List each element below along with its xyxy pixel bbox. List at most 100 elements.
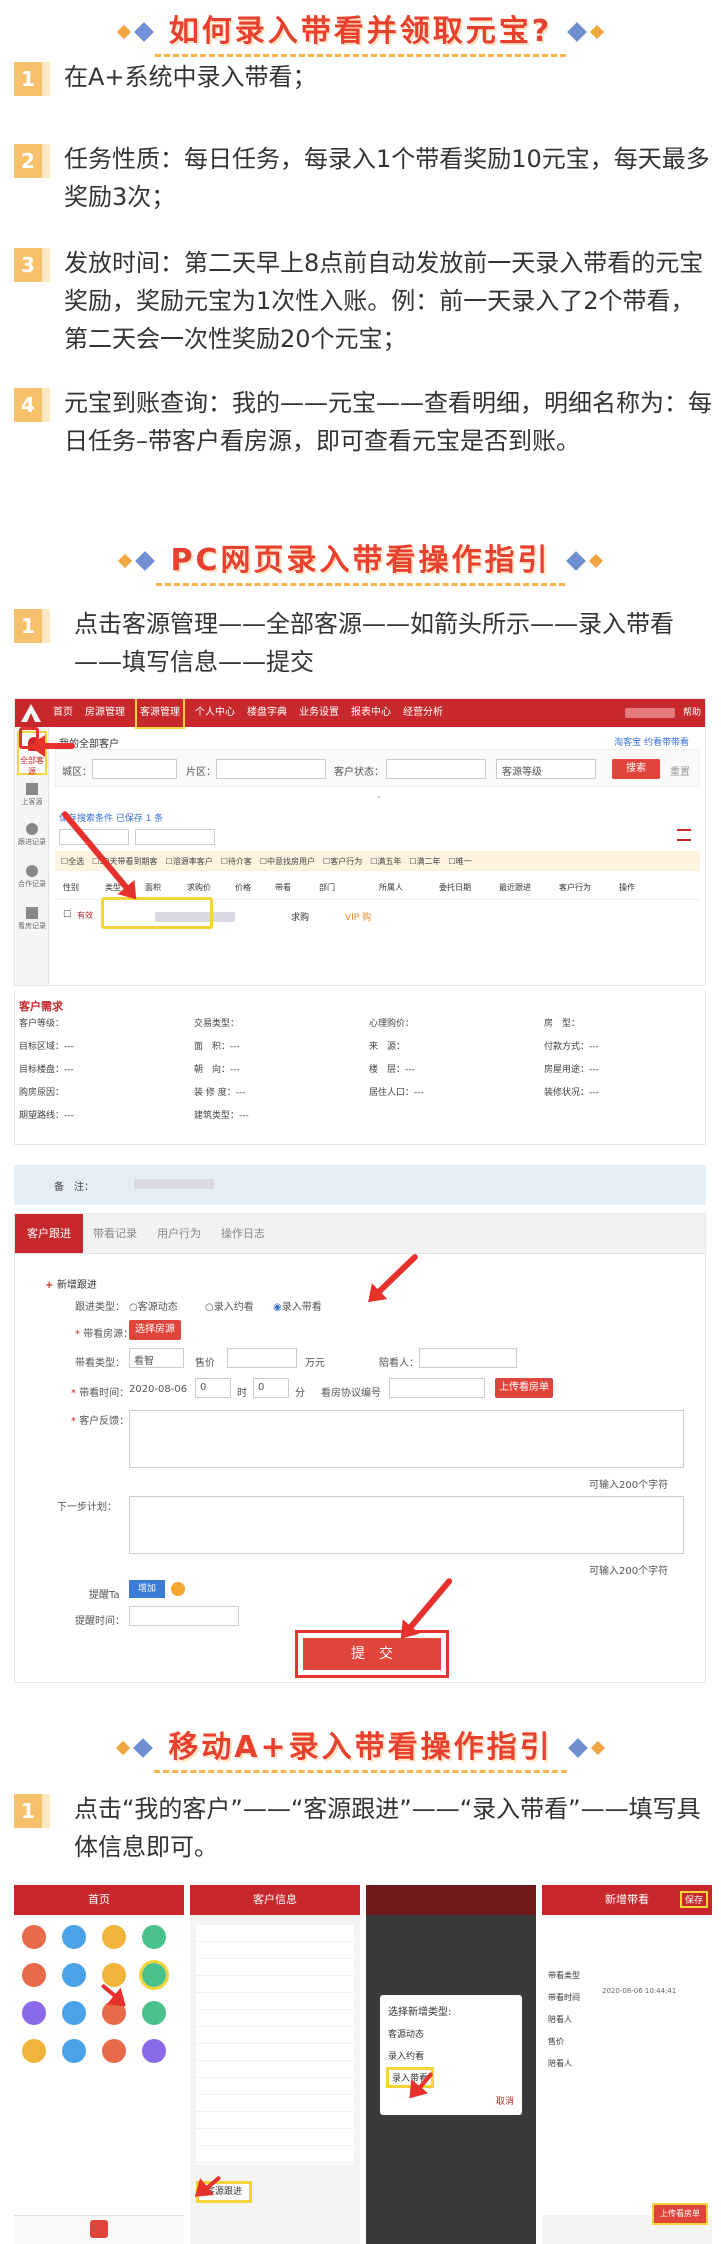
follow-type-label: 跟进类型：: [75, 1302, 125, 1313]
hour-unit: 时: [237, 1388, 247, 1399]
nav-help[interactable]: 帮助: [683, 699, 701, 727]
arrow-pointer-title: [35, 743, 75, 749]
sidebar-item-view[interactable]: 看房记录: [17, 907, 47, 931]
mobile-app-grid: [22, 1925, 178, 2063]
mobile-save-button[interactable]: 保存: [679, 1891, 708, 1908]
pc-customer-demand-screenshot: 客户需求 客户等级： 交易类型： 心理购价：房 型： 目标区域：--- 面 积：---…: [14, 990, 706, 1145]
select-house-button[interactable]: 选择房源: [129, 1320, 181, 1340]
agreement-input[interactable]: [389, 1378, 485, 1398]
tab-operation-log[interactable]: 操作日志: [211, 1214, 275, 1253]
mobile-home-title: 首页: [14, 1885, 184, 1915]
filter-area-input[interactable]: [216, 759, 326, 779]
mobile-select-type-screen: 选择新增类型: 客源动态 录入约看 录入带看 取消: [366, 1885, 536, 2244]
remind-label: 提醒Ta: [89, 1590, 120, 1601]
section1-title: 如何录入带看并领取元宝?: [0, 6, 721, 57]
mobile-home-screen: 首页: [14, 1885, 184, 2244]
sidebar-item-coop[interactable]: 合作记录: [17, 865, 47, 889]
sidebar-item-upper[interactable]: 上客源: [17, 783, 47, 807]
tab-user-behavior[interactable]: 用户行为: [147, 1214, 211, 1253]
arrow-to-submit: [402, 1577, 454, 1637]
nav-item-dictionary[interactable]: 楼盘字典: [247, 699, 287, 727]
reset-link[interactable]: 重置: [670, 763, 690, 778]
new-follow-link[interactable]: + 新增跟进: [45, 1276, 97, 1291]
minute-select[interactable]: 0: [253, 1378, 289, 1398]
time-label: * 带看时间：: [71, 1388, 130, 1399]
mobile-option-dynamic[interactable]: 客源动态: [388, 2027, 424, 2040]
plan-textarea[interactable]: [129, 1496, 684, 1554]
check-source[interactable]: ☐溶源率客户: [166, 856, 213, 867]
table-header: 性别 类型 面积 求购价 价格 带看 部门 所属人 委托日期 最近跟进 客户行为…: [63, 882, 635, 892]
check-unique[interactable]: ☐唯一: [449, 856, 472, 867]
grid-view-icon[interactable]: [677, 829, 691, 841]
remind-time-input[interactable]: [129, 1606, 239, 1626]
minute-unit: 分: [295, 1388, 305, 1399]
radio-view[interactable]: ◉录入带看: [273, 1298, 322, 1313]
price-label: 售价: [195, 1358, 215, 1369]
upload-sheet-button[interactable]: 上传看房单: [495, 1378, 553, 1398]
price-input[interactable]: [227, 1348, 297, 1368]
info-icon: [171, 1582, 185, 1596]
row-vip: VIP 购: [345, 913, 372, 923]
filter-area-label: 片区：: [186, 767, 216, 778]
type-select[interactable]: 看智: [129, 1348, 184, 1368]
demand-title: 客户需求: [19, 1000, 63, 1013]
row-status-tag: 有效: [77, 911, 93, 920]
pc-top-nav: 首页 房源管理 客源管理 个人中心 楼盘字典 业务设置 报表中心 经营分析 帮助: [15, 699, 705, 729]
remark-bar: 备 注：: [14, 1165, 706, 1205]
nav-item-analysis[interactable]: 经营分析: [403, 699, 443, 727]
mobile-date-value[interactable]: 2020-08-06 10:44:41: [602, 1987, 676, 1995]
nav-item-personal[interactable]: 个人中心: [195, 699, 235, 727]
row-type: 求购: [291, 913, 310, 923]
mobile-type-dialog: 选择新增类型: 客源动态 录入约看 录入带看 取消: [380, 1995, 522, 2115]
companion-input[interactable]: [419, 1348, 517, 1368]
remind-time-label: 提醒时间：: [75, 1616, 125, 1627]
filter-district-input[interactable]: [92, 759, 177, 779]
saved-select-2[interactable]: [135, 829, 215, 845]
nav-item-reports[interactable]: 报表中心: [351, 699, 391, 727]
radio-appointment[interactable]: ○录入约看: [205, 1298, 254, 1313]
list-icon: [26, 783, 38, 795]
mobile-customer-title: 客户信息: [190, 1885, 360, 1915]
section1-step-2: 2 任务性质：每日任务，每录入1个带看奖励10元宝，每天最多奖励3次；: [14, 140, 714, 216]
submit-button[interactable]: 提 交: [303, 1638, 441, 1670]
mobile-option-appointment[interactable]: 录入约看: [388, 2049, 424, 2062]
saved-select-1[interactable]: [59, 829, 129, 845]
check-all[interactable]: ☐全选: [61, 856, 84, 867]
nav-item-home[interactable]: 首页: [53, 699, 73, 727]
mobile-upload-button[interactable]: 上传看房单: [652, 2203, 708, 2225]
expand-chevron-icon[interactable]: ⌄: [375, 791, 383, 801]
radio-dynamic[interactable]: ○客源动态: [129, 1298, 178, 1313]
tab-view-records[interactable]: 带看记录: [83, 1214, 147, 1253]
hour-select[interactable]: 0: [195, 1378, 231, 1398]
nav-item-house[interactable]: 房源管理: [85, 699, 125, 727]
feedback-label: * 客户反馈：: [71, 1416, 130, 1427]
filter-district-label: 城区：: [62, 767, 92, 778]
check-behavior[interactable]: ☐客户行为: [323, 856, 362, 867]
check-5year[interactable]: ☐满五年: [370, 856, 401, 867]
feedback-textarea[interactable]: [129, 1410, 684, 1468]
check-intent[interactable]: ☐中意找房用户: [260, 856, 315, 867]
check-2year[interactable]: ☐满二年: [409, 856, 440, 867]
mobile-new-view-screen: 新增带看 保存 带看类型 带看时间 陪看人 售价 陪看人 2020-08-06 …: [542, 1885, 712, 2244]
mobile-cancel[interactable]: 取消: [496, 2094, 514, 2107]
companion-label: 陪看人：: [379, 1358, 419, 1369]
date-value[interactable]: 2020-08-06: [129, 1384, 187, 1395]
nav-item-settings[interactable]: 业务设置: [299, 699, 339, 727]
plan-limit: 可输入200个字符: [589, 1566, 669, 1577]
section3-step-1: 1 点击“我的客户”——“客源跟进”——“录入带看”——填写具体信息即可。: [14, 1790, 714, 1866]
filter-level-select[interactable]: 客源等级: [496, 759, 596, 779]
nav-item-customer[interactable]: 客源管理: [135, 699, 185, 729]
type-label: 带看类型：: [75, 1358, 125, 1369]
tab-follow[interactable]: 客户跟进: [15, 1214, 83, 1253]
check-intro[interactable]: ☐待介客: [221, 856, 252, 867]
filter-status-input[interactable]: [386, 759, 486, 779]
pc-customer-list-screenshot: 首页 房源管理 客源管理 个人中心 楼盘字典 业务设置 报表中心 经营分析 帮助…: [14, 698, 706, 986]
header-links[interactable]: 淘客宝 约看带带看: [614, 735, 689, 748]
pc-sidebar: 全部客源 上客源 跟进记录 合作记录 看房记录: [15, 727, 49, 985]
sidebar-item-follow[interactable]: 跟进记录: [17, 823, 47, 847]
section1-step-4: 4 元宝到账查询：我的——元宝——查看明细，明细名称为：每日任务–带客户看房源，…: [14, 384, 714, 460]
my-customer-icon[interactable]: [139, 1960, 169, 1990]
mobile-form-fields: 带看类型 带看时间 陪看人 售价 陪看人: [548, 1971, 580, 2068]
search-button[interactable]: 搜索: [612, 759, 660, 779]
add-remind-button[interactable]: 增加: [129, 1580, 165, 1598]
